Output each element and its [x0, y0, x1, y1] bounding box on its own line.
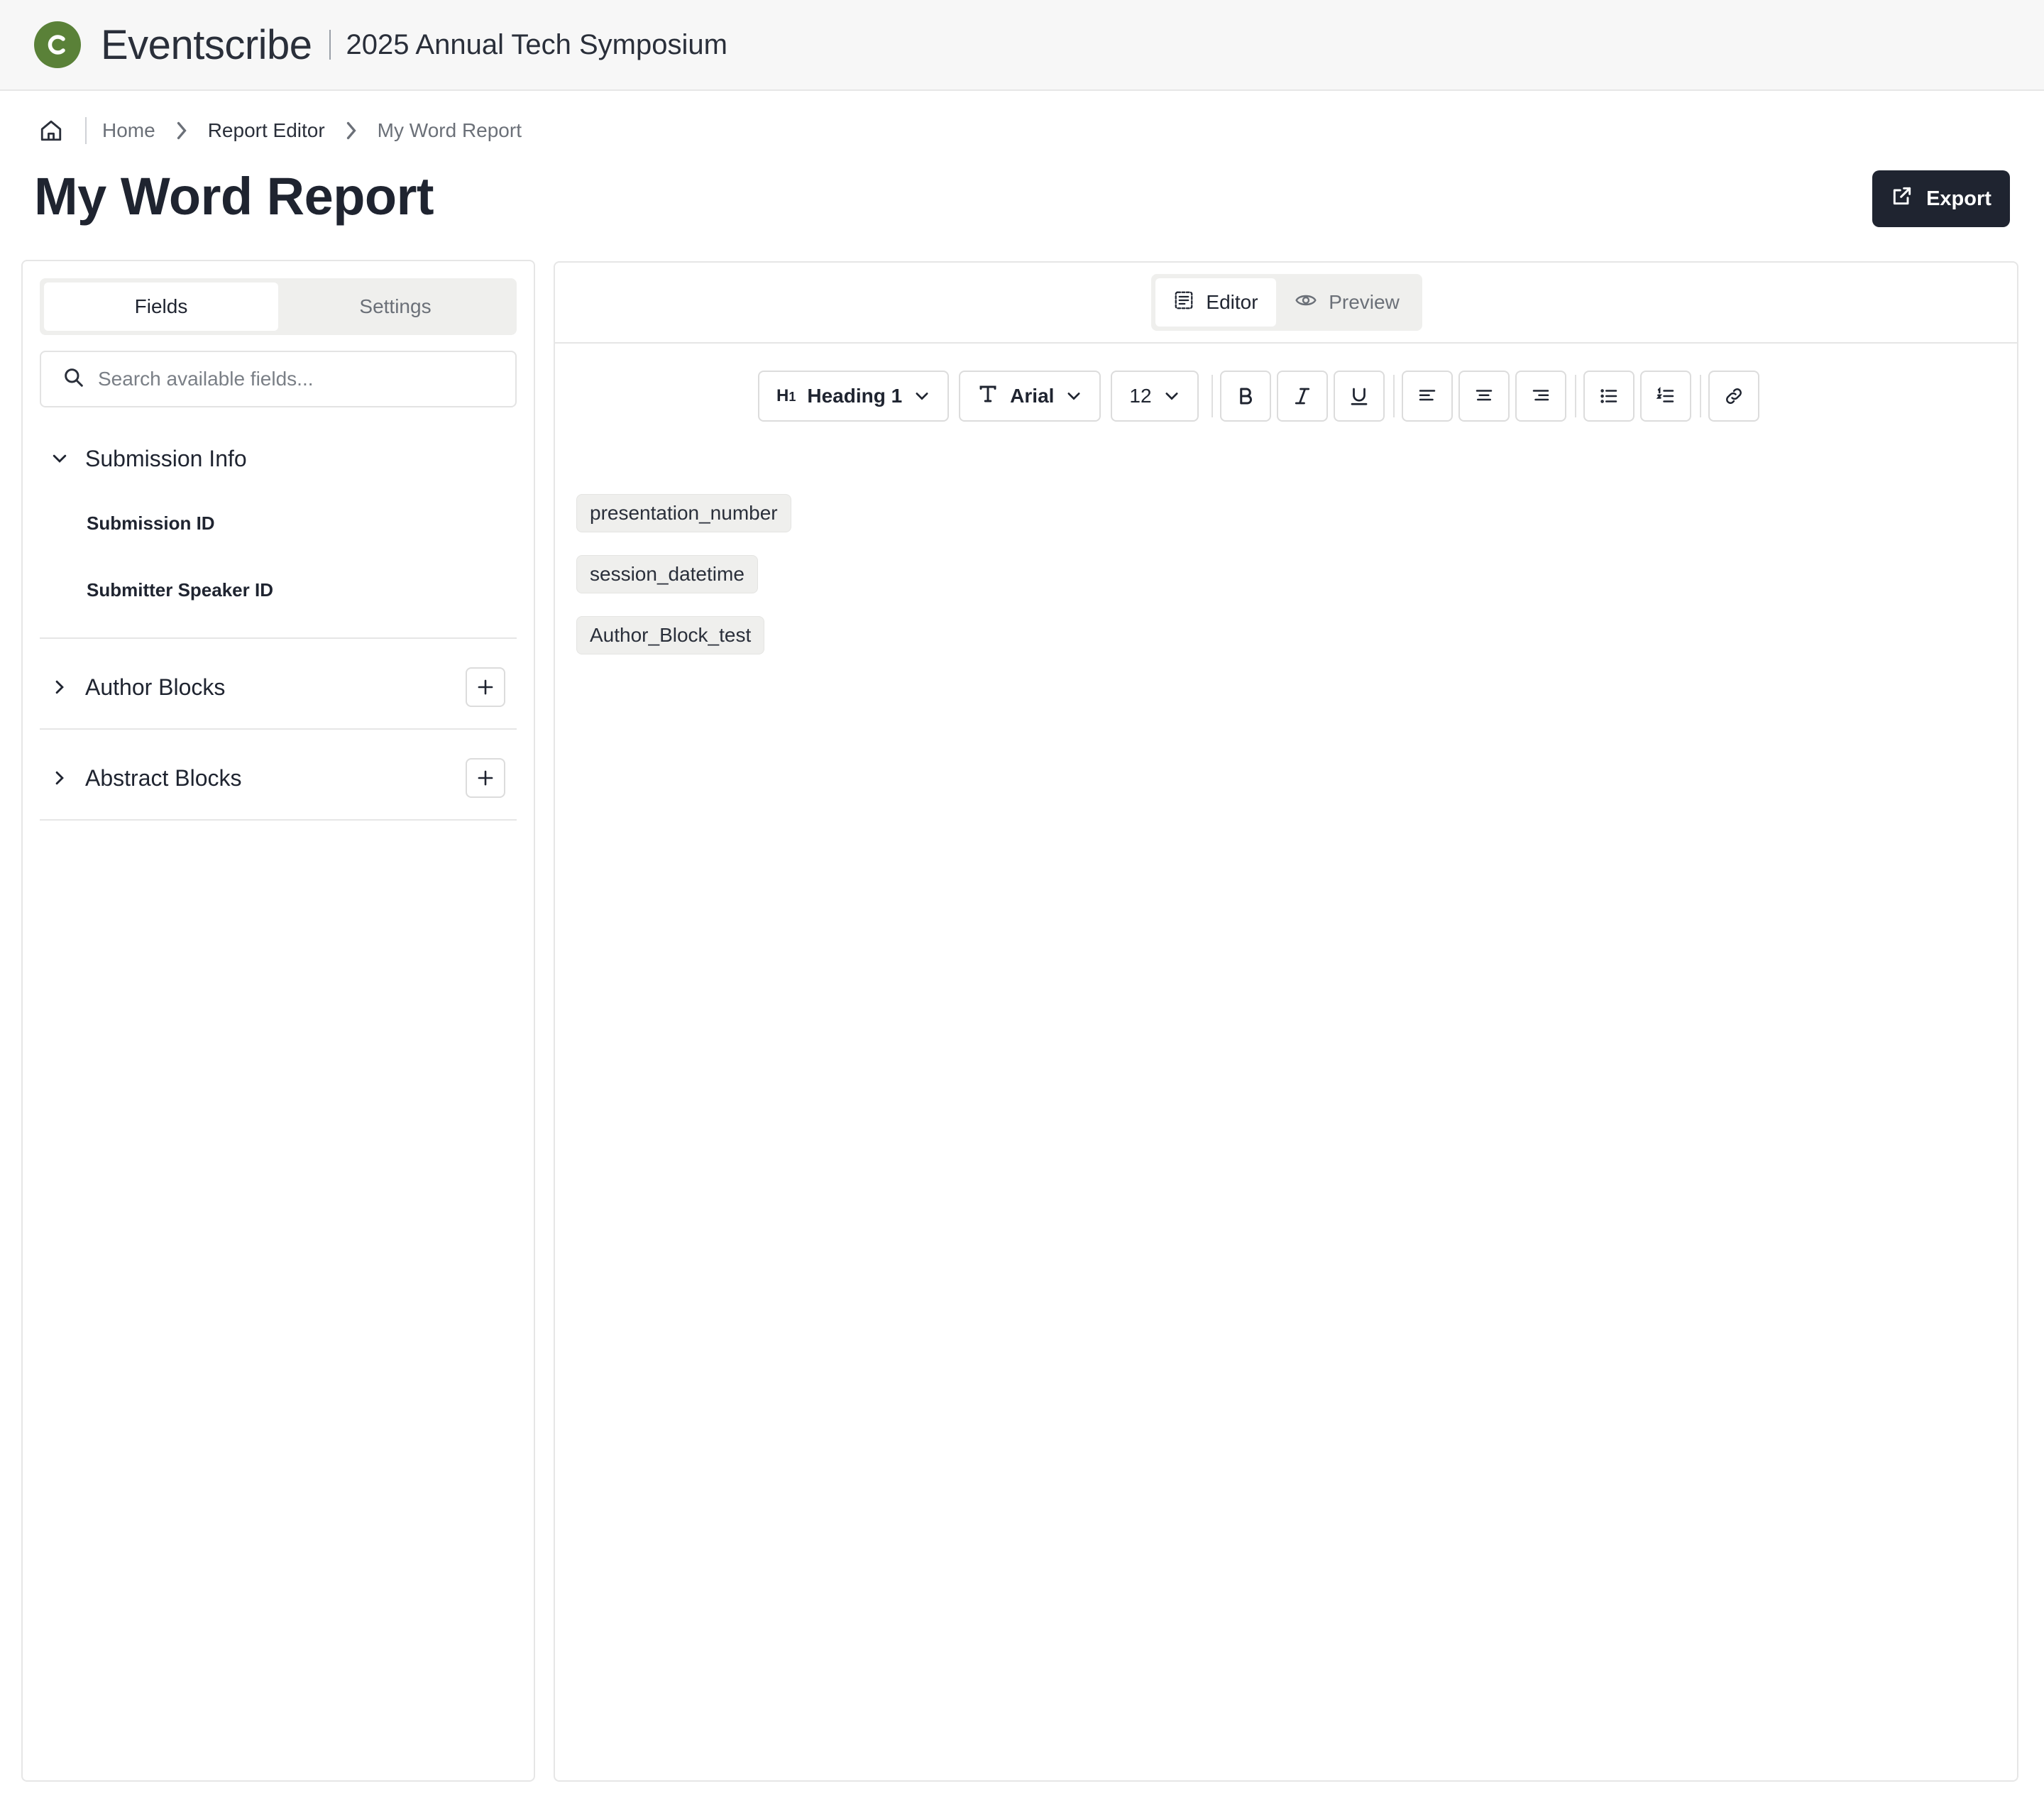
add-author-block-button[interactable] — [466, 667, 505, 707]
breadcrumb-report-editor[interactable]: Report Editor — [208, 119, 325, 142]
toolbar-divider — [1699, 375, 1701, 417]
field-chip[interactable]: presentation_number — [576, 494, 791, 532]
editor-icon — [1173, 290, 1194, 316]
link-button[interactable] — [1708, 371, 1759, 422]
section-label: Author Blocks — [85, 674, 226, 700]
size-select[interactable]: 12 — [1111, 371, 1199, 422]
tab-settings[interactable]: Settings — [278, 283, 512, 331]
align-center-button[interactable] — [1458, 371, 1510, 422]
editor-header-divider — [555, 342, 2017, 344]
view-toggle: Editor Preview — [1151, 274, 1422, 331]
toolbar-divider — [1574, 375, 1576, 417]
tab-editor-label: Editor — [1206, 291, 1258, 313]
numbered-list-icon — [1656, 386, 1674, 402]
brand-name: Eventscribe — [101, 21, 312, 68]
toolbar-divider — [1392, 375, 1395, 417]
bullet-list-icon — [1600, 389, 1617, 403]
format-toolbar: H1 Heading 1 Arial 12 — [758, 371, 1765, 422]
field-submitter-speaker-id[interactable]: Submitter Speaker ID — [87, 579, 273, 601]
export-label: Export — [1926, 187, 1991, 210]
underline-icon — [1351, 388, 1367, 405]
editor-panel: Editor Preview H1 Heading 1 Arial 12 pre… — [554, 261, 2018, 1782]
field-submission-id[interactable]: Submission ID — [87, 513, 215, 535]
export-button[interactable]: Export — [1872, 170, 2010, 227]
chevron-right-icon — [45, 678, 74, 696]
font-value: Arial — [1010, 385, 1055, 407]
bullet-list-button[interactable] — [1583, 371, 1634, 422]
add-abstract-block-button[interactable] — [466, 758, 505, 798]
event-title: 2025 Annual Tech Symposium — [346, 28, 727, 60]
section-abstract-blocks[interactable]: Abstract Blocks — [40, 750, 517, 806]
align-left-button[interactable] — [1401, 371, 1453, 422]
external-link-icon — [1891, 185, 1913, 213]
breadcrumb-home[interactable]: Home — [102, 119, 155, 142]
section-author-blocks[interactable]: Author Blocks — [40, 659, 517, 716]
plus-icon — [478, 679, 493, 695]
field-chip[interactable]: session_datetime — [576, 555, 758, 593]
brand-divider — [329, 30, 331, 60]
tab-fields[interactable]: Fields — [44, 283, 278, 331]
heading-value: Heading 1 — [807, 385, 903, 407]
type-icon — [977, 383, 999, 410]
chevron-down-icon — [916, 393, 928, 400]
fields-panel: Fields Settings Submission Info Submissi… — [21, 260, 535, 1782]
italic-button[interactable] — [1276, 371, 1328, 422]
section-divider — [40, 637, 517, 639]
chevron-right-icon — [45, 769, 74, 787]
align-center-icon — [1476, 390, 1492, 401]
italic-icon — [1295, 388, 1309, 405]
bold-icon — [1239, 388, 1252, 405]
breadcrumb: Home Report Editor My Word Report — [37, 115, 522, 146]
top-bar: Eventscribe 2025 Annual Tech Symposium — [0, 0, 2044, 91]
panel-tabs: Fields Settings — [40, 278, 517, 335]
tab-editor[interactable]: Editor — [1155, 278, 1276, 327]
numbered-list-button[interactable] — [1639, 371, 1691, 422]
align-right-button[interactable] — [1515, 371, 1566, 422]
section-label: Abstract Blocks — [85, 765, 242, 791]
align-left-icon — [1419, 390, 1435, 401]
chevron-right-icon — [174, 120, 189, 141]
heading-select[interactable]: H1 Heading 1 — [758, 371, 950, 422]
section-submission-info[interactable]: Submission Info — [40, 430, 517, 487]
size-value: 12 — [1129, 385, 1152, 407]
align-right-icon — [1532, 390, 1549, 401]
chevron-down-icon — [1165, 393, 1178, 400]
underline-button[interactable] — [1333, 371, 1385, 422]
tab-preview[interactable]: Preview — [1276, 278, 1418, 327]
toolbar-divider — [1211, 375, 1213, 417]
font-select[interactable]: Arial — [959, 371, 1101, 422]
chevron-down-icon — [45, 449, 74, 468]
search-box — [40, 351, 517, 407]
page-title: My Word Report — [34, 167, 434, 226]
logo-icon — [34, 21, 81, 68]
tab-preview-label: Preview — [1329, 291, 1400, 313]
eye-icon — [1295, 289, 1317, 317]
section-divider — [40, 819, 517, 821]
breadcrumb-current: My Word Report — [377, 119, 522, 141]
home-icon[interactable] — [37, 116, 65, 145]
link-icon — [1725, 388, 1742, 404]
field-chip[interactable]: Author_Block_test — [576, 616, 765, 654]
breadcrumb-divider — [85, 117, 87, 144]
search-icon — [62, 366, 85, 393]
section-divider — [40, 728, 517, 730]
chevron-right-icon — [344, 120, 359, 141]
plus-icon — [478, 770, 493, 786]
search-input[interactable] — [98, 368, 495, 390]
section-label: Submission Info — [85, 445, 247, 471]
bold-button[interactable] — [1219, 371, 1271, 422]
chevron-down-icon — [1067, 393, 1080, 400]
heading-icon: H1 — [776, 386, 796, 405]
